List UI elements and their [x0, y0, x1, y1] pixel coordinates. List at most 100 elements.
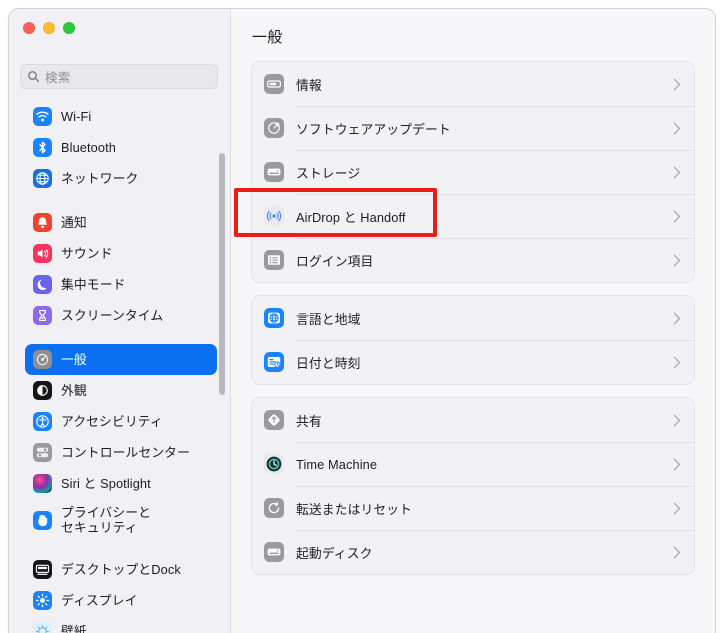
chevron-right-icon [673, 122, 681, 135]
info-device-icon [264, 74, 284, 94]
wallpaper-icon [33, 622, 52, 633]
maximize-button[interactable] [63, 22, 75, 34]
chevron-right-icon [673, 312, 681, 325]
globe-icon [33, 169, 52, 188]
system-settings-window: 検索 Wi-Fi Bluetooth ネットワーク 通知 サウンド 集中モード … [8, 8, 716, 633]
sidebar-item-label: デスクトップとDock [61, 561, 181, 577]
settings-row-label: ストレージ [296, 165, 361, 181]
chevron-right-icon [673, 458, 681, 471]
settings-row-label: ログイン項目 [296, 253, 374, 269]
sidebar-group-separator [9, 331, 230, 344]
sidebar-item-スクリーンタイム[interactable]: スクリーンタイム [25, 300, 217, 331]
sidebar-item-Siri-と-Spotlight[interactable]: Siri と Spotlight [25, 468, 217, 499]
bluetooth-icon [33, 138, 52, 157]
system-settings-window-screenshot: 検索 Wi-Fi Bluetooth ネットワーク 通知 サウンド 集中モード … [0, 0, 721, 633]
chevron-right-icon [673, 254, 681, 267]
settings-row-情報[interactable]: 情報 [252, 62, 694, 106]
control-center-icon [33, 443, 52, 462]
settings-row-起動ディスク[interactable]: 起動ディスク [252, 530, 694, 574]
speaker-icon [33, 244, 52, 263]
software-update-icon [264, 118, 284, 138]
moon-icon [33, 275, 52, 294]
settings-row-label: Time Machine [296, 456, 378, 472]
settings-row-AirDrop-と-Handoff[interactable]: AirDrop と Handoff [252, 194, 694, 238]
sidebar-scrollbar[interactable] [219, 149, 225, 633]
sidebar-item-コントロールセンター[interactable]: コントロールセンター [25, 437, 217, 468]
sharing-icon [264, 410, 284, 430]
transfer-reset-icon [264, 498, 284, 518]
settings-row-共有[interactable]: 共有 [252, 398, 694, 442]
content-pane: 一般 情報 ソフトウェアアップデート ストレージ AirDrop と Hando… [231, 9, 715, 633]
settings-row-label: ソフトウェアアップデート [296, 121, 451, 137]
settings-row-label: 共有 [296, 413, 322, 429]
sidebar-item-壁紙[interactable]: 壁紙 [25, 616, 217, 633]
sidebar-item-アクセシビリティ[interactable]: アクセシビリティ [25, 406, 217, 437]
time-machine-icon [264, 454, 284, 474]
chevron-right-icon [673, 502, 681, 515]
sidebar-item-label: Wi-Fi [61, 108, 92, 124]
settings-row-ログイン項目[interactable]: ログイン項目 [252, 238, 694, 282]
sidebar-group-separator [9, 541, 230, 554]
sidebar-item-label: 外観 [61, 382, 87, 398]
bell-icon [33, 213, 52, 232]
sidebar-group: 通知 サウンド 集中モード スクリーンタイム [9, 207, 230, 331]
sidebar-group-separator [9, 194, 230, 207]
settings-row-label: 起動ディスク [296, 545, 373, 561]
settings-row-Time-Machine[interactable]: Time Machine [252, 442, 694, 486]
sidebar-item-Bluetooth[interactable]: Bluetooth [25, 132, 217, 163]
appearance-icon [33, 381, 52, 400]
page-title: 一般 [252, 29, 283, 46]
chevron-right-icon [673, 414, 681, 427]
settings-row-転送またはリセット[interactable]: 転送またはリセット [252, 486, 694, 530]
sidebar-item-label: Bluetooth [61, 139, 116, 155]
sidebar-item-label: コントロールセンター [61, 444, 190, 460]
sidebar-item-label: ディスプレイ [61, 592, 138, 608]
settings-row-日付と時刻[interactable]: 日付と時刻 [252, 340, 694, 384]
sidebar-item-label: Siri と Spotlight [61, 475, 151, 491]
settings-row-label: 日付と時刻 [296, 355, 361, 371]
storage-icon [264, 162, 284, 182]
settings-group: 情報 ソフトウェアアップデート ストレージ AirDrop と Handoff … [251, 61, 695, 283]
settings-row-ストレージ[interactable]: ストレージ [252, 150, 694, 194]
wifi-icon [33, 107, 52, 126]
desktop-dock-icon [33, 560, 52, 579]
settings-row-言語と地域[interactable]: 言語と地域 [252, 296, 694, 340]
gear-icon [33, 350, 52, 369]
sidebar-item-label: 一般 [61, 351, 87, 367]
search-placeholder: 検索 [45, 71, 71, 85]
search-icon [27, 70, 40, 83]
sidebar-item-label: サウンド [61, 245, 113, 261]
chevron-right-icon [673, 78, 681, 91]
sidebar-item-label: プライバシーと セキュリティ [61, 504, 152, 535]
sidebar-item-ネットワーク[interactable]: ネットワーク [25, 163, 217, 194]
search-input[interactable]: 検索 [20, 64, 218, 89]
siri-icon [33, 474, 52, 493]
sidebar-item-外観[interactable]: 外観 [25, 375, 217, 406]
settings-row-ソフトウェアアップデート[interactable]: ソフトウェアアップデート [252, 106, 694, 150]
hourglass-icon [33, 306, 52, 325]
settings-row-label: 転送またはリセット [296, 501, 413, 517]
sidebar-item-デスクトップとDock[interactable]: デスクトップとDock [25, 554, 217, 585]
search-container[interactable]: 検索 [20, 64, 218, 89]
display-icon [33, 591, 52, 610]
sidebar-item-ディスプレイ[interactable]: ディスプレイ [25, 585, 217, 616]
settings-row-label: AirDrop と Handoff [296, 209, 406, 225]
sidebar-item-label: 集中モード [61, 276, 126, 292]
minimize-button[interactable] [43, 22, 55, 34]
sidebar-item-label: アクセシビリティ [61, 413, 163, 429]
sidebar-item-サウンド[interactable]: サウンド [25, 238, 217, 269]
chevron-right-icon [673, 210, 681, 223]
sidebar-item-一般[interactable]: 一般 [25, 344, 217, 375]
sidebar-scrollbar-thumb[interactable] [219, 153, 225, 395]
sidebar-item-集中モード[interactable]: 集中モード [25, 269, 217, 300]
close-button[interactable] [23, 22, 35, 34]
sidebar-item-プライバシーと-セキュリティ[interactable]: プライバシーと セキュリティ [25, 499, 217, 541]
window-controls [23, 22, 75, 34]
sidebar-nav-list: Wi-Fi Bluetooth ネットワーク 通知 サウンド 集中モード スクリ… [9, 101, 230, 633]
settings-group: 共有 Time Machine 転送またはリセット 起動ディスク [251, 397, 695, 575]
sidebar-item-通知[interactable]: 通知 [25, 207, 217, 238]
settings-row-label: 言語と地域 [296, 311, 361, 327]
sidebar-item-Wi-Fi[interactable]: Wi-Fi [25, 101, 217, 132]
sidebar-item-label: スクリーンタイム [61, 307, 164, 323]
accessibility-icon [33, 412, 52, 431]
